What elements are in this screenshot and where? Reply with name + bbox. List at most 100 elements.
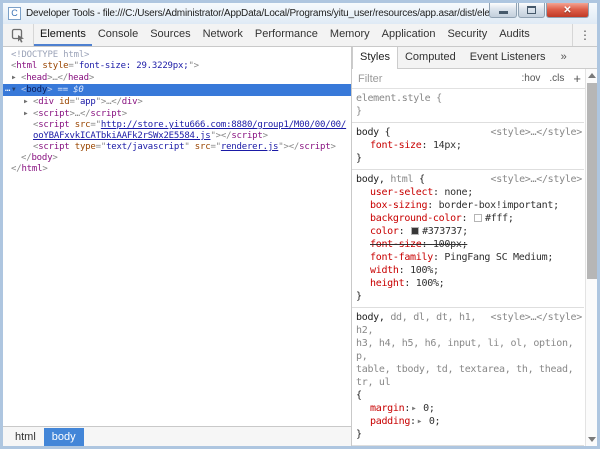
css-rule-row[interactable]: padding: ▶ 0; [356, 415, 582, 428]
tab-audits[interactable]: Audits [493, 24, 536, 46]
dom-tree-row[interactable]: </body> [3, 153, 351, 164]
tab-sources[interactable]: Sources [144, 24, 196, 46]
stylesheet-origin-link[interactable]: <style>…</style> [490, 173, 582, 186]
styles-scrollbar[interactable] [585, 69, 597, 446]
code-text: 100% [415, 278, 439, 289]
code-text: > [330, 142, 336, 152]
expand-shorthand-icon[interactable]: ▶ [418, 415, 422, 428]
toggle-element-state-button[interactable]: :hov [522, 73, 541, 84]
code-text: style [42, 61, 69, 71]
code-text: div [38, 97, 54, 107]
code-text: padding [370, 416, 411, 427]
css-rule-row[interactable]: font-size: 14px; [356, 139, 582, 152]
code-text: margin [370, 403, 405, 414]
code-text: user-select [370, 187, 433, 198]
dom-tree-row[interactable]: <html style="font-size: 29.3229px;"> [3, 61, 351, 72]
maximize-button[interactable] [518, 3, 545, 18]
css-rule-row[interactable]: background-color: #fff; [356, 212, 582, 225]
code-text: 0 [423, 416, 435, 427]
more-options-button[interactable]: ⋮ [573, 24, 597, 46]
code-text: "></ [210, 131, 232, 141]
code-text: ; [467, 187, 474, 198]
color-swatch[interactable] [473, 214, 482, 222]
element-classes-button[interactable]: .cls [549, 73, 564, 84]
code-text: =" [90, 120, 101, 130]
css-rule-row[interactable]: user-select: none; [356, 186, 582, 199]
css-rule: <style>…</style> body, dd, dl, dt, h1, h2… [352, 308, 584, 446]
css-rule-row[interactable]: <style>…</style> body, dd, dl, dt, h1, h2… [356, 311, 582, 337]
close-button[interactable]: ✕ [546, 3, 589, 18]
tab-performance[interactable]: Performance [249, 24, 324, 46]
more-tabs-icon[interactable]: » [553, 47, 575, 68]
crumb-body[interactable]: body [43, 427, 84, 446]
resource-link[interactable]: renderer.js [221, 142, 279, 152]
css-rule-row[interactable]: <style>…</style> body, html { [356, 173, 582, 186]
css-rule-row[interactable]: } [356, 152, 582, 165]
expand-arrow-icon[interactable]: ▼ [12, 84, 21, 95]
dom-tree-row[interactable]: <script type="text/javascript" src="rend… [3, 142, 351, 153]
titlebar[interactable]: C Developer Tools - file:///C:/Users/Adm… [3, 3, 597, 24]
css-rule-row[interactable]: { [356, 389, 582, 402]
css-rule-row[interactable]: h3, h4, h5, h6, input, li, ol, option, p… [356, 337, 582, 363]
css-rule-row[interactable]: element.style { [356, 92, 582, 105]
css-rule-row[interactable]: <style>…</style> body { [356, 126, 582, 139]
declaration-text: background-color: #fff; [370, 213, 514, 224]
tab-network[interactable]: Network [197, 24, 249, 46]
expand-arrow-icon[interactable]: ▶ [24, 108, 33, 119]
scroll-down-arrow-icon[interactable] [588, 437, 596, 442]
inspect-element-icon [11, 28, 24, 43]
dom-tree-row[interactable]: </html> [3, 164, 351, 175]
code-text: : [404, 278, 416, 289]
code-text: ; [428, 403, 435, 414]
css-rule-row[interactable]: height: 100%; [356, 277, 582, 290]
dom-tree-row[interactable]: <!DOCTYPE html> [3, 50, 351, 61]
css-rule-row[interactable]: margin: ▶ 0; [356, 402, 582, 415]
tab-security[interactable]: Security [441, 24, 493, 46]
css-rule-row[interactable]: table, tbody, td, textarea, th, thead, t… [356, 363, 582, 389]
css-rule-row[interactable]: width: 100%; [356, 264, 582, 277]
sidebar-tab-styles[interactable]: Styles [352, 47, 398, 69]
tab-application[interactable]: Application [376, 24, 442, 46]
expand-arrow-icon[interactable]: ▶ [12, 72, 21, 83]
stylesheet-origin-link[interactable]: <style>…</style> [490, 311, 582, 324]
tab-elements[interactable]: Elements [34, 24, 92, 46]
code-text: ; [432, 265, 439, 276]
sidebar-tab-event-listeners[interactable]: Event Listeners [463, 47, 553, 68]
dom-tree-row[interactable]: ▶ <div id="app">…</div> [3, 96, 351, 108]
inspect-element-button[interactable] [3, 24, 33, 46]
crumb-html[interactable]: html [7, 428, 44, 446]
css-rule-row[interactable]: } [356, 428, 582, 441]
scroll-up-arrow-icon[interactable] [588, 73, 596, 78]
minimize-button[interactable] [489, 3, 517, 18]
code-text: > [137, 97, 143, 107]
css-rule-row[interactable]: color: #373737; [356, 225, 582, 238]
code-text: : [398, 265, 411, 276]
expand-arrow-icon[interactable]: ▶ [24, 96, 33, 107]
css-rule-row[interactable]: box-sizing: border-box!important; [356, 199, 582, 212]
css-rule: <style>…</style> body {font-size: 14px;} [352, 123, 584, 170]
code-text: width [370, 265, 399, 276]
dom-tree-row[interactable]: <script src="http://store.yitu666.com:88… [3, 120, 351, 142]
color-swatch[interactable] [411, 227, 420, 235]
css-rule-row[interactable]: } [356, 105, 582, 118]
css-rule-row[interactable]: font-family: PingFang SC Medium; [356, 251, 582, 264]
declaration-text: table, tbody, td, textarea, th, thead, t… [356, 364, 574, 388]
code-text: body, [356, 174, 385, 185]
stylesheet-origin-link[interactable]: <style>…</style> [490, 126, 582, 139]
tab-memory[interactable]: Memory [324, 24, 376, 46]
tab-console[interactable]: Console [92, 24, 144, 46]
row-options-icon[interactable]: … [5, 84, 10, 95]
css-rule-row[interactable]: } [356, 290, 582, 303]
css-rule-row[interactable]: font-size: 100px; [356, 238, 582, 251]
code-text: color [370, 226, 399, 237]
sidebar-tab-computed[interactable]: Computed [398, 47, 463, 68]
code-text: src [194, 142, 211, 152]
dom-tree-row[interactable]: … ▼ <body> == $0 [3, 84, 351, 96]
new-style-rule-button[interactable]: + [573, 71, 581, 86]
scrollbar-thumb[interactable] [587, 83, 597, 279]
expand-shorthand-icon[interactable]: ▶ [412, 402, 416, 415]
elements-panel: <!DOCTYPE html> <html style="font-size: 2… [3, 47, 351, 446]
dom-tree-row[interactable]: ▶ <script>…</script> [3, 108, 351, 120]
dom-tree-row[interactable]: ▶ <head>…</head> [3, 72, 351, 84]
filter-input[interactable]: Filter [358, 73, 522, 85]
